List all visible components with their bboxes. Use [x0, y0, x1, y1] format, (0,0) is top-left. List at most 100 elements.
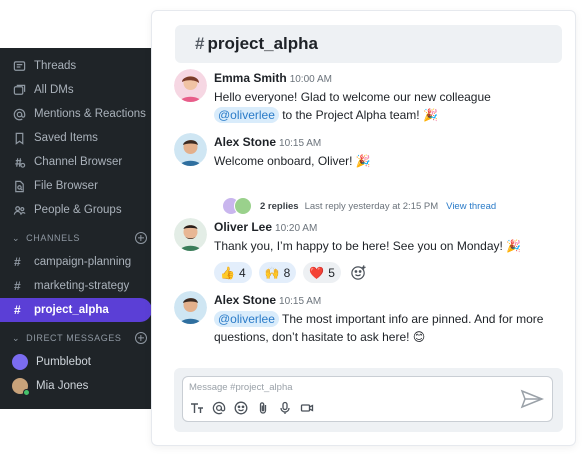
sidebar-channel-marketing-strategy[interactable]: # marketing-strategy	[0, 274, 159, 298]
sidebar-item-label: People & Groups	[34, 204, 122, 216]
chat-panel: # project_alpha Emma Smith 10:00 AM Hello…	[151, 10, 576, 446]
attachment-icon[interactable]	[255, 400, 270, 415]
sidebar-item-all-dms[interactable]: All DMs	[0, 78, 159, 102]
channel-title: project_alpha	[207, 34, 319, 53]
sidebar-item-label: File Browser	[34, 180, 98, 192]
file-search-icon	[12, 179, 26, 193]
reply-count: 2 replies	[260, 200, 299, 212]
reaction-heart[interactable]: ❤️ 5	[303, 262, 341, 283]
message: Emma Smith 10:00 AM Hello everyone! Glad …	[174, 69, 554, 127]
sidebar-item-threads[interactable]: Threads	[0, 54, 159, 78]
sidebar-item-mentions[interactable]: Mentions & Reactions	[0, 102, 159, 126]
timestamp: 10:15 AM	[279, 138, 322, 149]
sidebar-item-label: Mentions & Reactions	[34, 108, 146, 120]
hash-icon: #	[14, 279, 21, 293]
message-text: Welcome onboard, Oliver! 🎉	[214, 154, 371, 168]
sidebar-dm-pumblebot[interactable]: Pumblebot	[0, 350, 159, 374]
mention-chip[interactable]: @oliverlee	[214, 311, 279, 327]
sidebar-item-label: Saved Items	[34, 132, 98, 144]
reaction-thumbs-up[interactable]: 👍 4	[214, 262, 252, 283]
timestamp: 10:15 AM	[279, 296, 322, 307]
avatar[interactable]	[174, 133, 207, 166]
channel-label: marketing-strategy	[34, 280, 130, 292]
send-icon[interactable]	[520, 389, 544, 409]
avatar	[12, 378, 30, 396]
sidebar-channel-campaign-planning[interactable]: # campaign-planning	[0, 250, 159, 274]
channels-section-title: CHANNELS	[26, 233, 80, 243]
message-text: Thank you, I’m happy to be here! See you…	[214, 239, 522, 253]
chevron-down-icon: ⌄	[12, 232, 21, 243]
sidebar-channel-project-alpha[interactable]: # project_alpha	[0, 298, 152, 322]
microphone-icon[interactable]	[277, 400, 292, 415]
dms-section-header[interactable]: ⌄ DIRECT MESSAGES	[0, 326, 159, 350]
message: Alex Stone 10:15 AM Welcome onboard, Oliv…	[174, 133, 554, 173]
sidebar: Threads All DMs Mentions & Reactions Sav…	[0, 48, 159, 409]
chevron-down-icon: ⌄	[12, 332, 21, 343]
composer-toolbar	[189, 400, 314, 415]
reactions-bar: 👍 4 🙌 8 ❤️ 5	[214, 262, 369, 283]
hash-icon: #	[14, 303, 21, 317]
message-input-placeholder: Message #project_alpha	[189, 382, 293, 393]
view-thread-link[interactable]: View thread	[446, 201, 496, 212]
emoji-icon[interactable]	[233, 400, 248, 415]
sidebar-dm-mia-jones[interactable]: Mia Jones	[0, 374, 159, 398]
hash-icon: #	[195, 34, 205, 53]
add-emoji-icon	[351, 265, 366, 280]
channel-browser-icon	[12, 155, 26, 169]
message: Alex Stone 10:15 AM @oliverlee The most i…	[174, 291, 554, 349]
composer-area: Message #project_alpha	[174, 368, 563, 432]
thread-replies[interactable]: 2 replies Last reply yesterday at 2:15 P…	[222, 197, 496, 215]
hash-icon: #	[14, 255, 21, 269]
message: Oliver Lee 10:20 AM Thank you, I’m happy …	[174, 218, 554, 258]
author-name[interactable]: Alex Stone	[214, 293, 276, 307]
add-reaction-button[interactable]	[348, 262, 369, 283]
message-text: @oliverlee The most important info are p…	[214, 310, 559, 346]
add-dm-icon[interactable]	[135, 332, 147, 344]
dm-label: Mia Jones	[36, 380, 89, 392]
sidebar-item-people[interactable]: People & Groups	[0, 198, 159, 222]
add-channel-icon[interactable]	[135, 232, 147, 244]
channel-label: project_alpha	[34, 304, 109, 316]
channel-label: campaign-planning	[34, 256, 132, 268]
channel-header: # project_alpha	[175, 25, 562, 63]
app-window: Threads All DMs Mentions & Reactions Sav…	[0, 0, 588, 456]
sidebar-item-label: Channel Browser	[34, 156, 123, 168]
at-sign-icon	[12, 107, 26, 121]
mention-chip[interactable]: @oliverlee	[214, 107, 279, 123]
video-icon[interactable]	[299, 400, 314, 415]
avatar[interactable]	[174, 218, 207, 251]
sidebar-item-label: Threads	[34, 60, 77, 72]
online-status-dot	[23, 389, 30, 396]
message-text: Hello everyone! Glad to welcome our new …	[214, 88, 559, 124]
text-format-icon[interactable]	[189, 400, 204, 415]
mention-icon[interactable]	[211, 400, 226, 415]
dm-label: Pumblebot	[36, 356, 91, 368]
avatar[interactable]	[174, 291, 207, 324]
avatar	[234, 197, 252, 215]
timestamp: 10:00 AM	[289, 74, 332, 85]
avatar	[12, 354, 28, 370]
all-dms-icon	[12, 83, 26, 97]
sidebar-item-saved[interactable]: Saved Items	[0, 126, 159, 150]
sidebar-item-label: All DMs	[34, 84, 74, 96]
message-text-part: Hello everyone! Glad to welcome our new …	[214, 90, 491, 104]
message-text-part: to the Project Alpha team! 🎉	[278, 108, 438, 122]
threads-icon	[12, 59, 26, 73]
author-name[interactable]: Oliver Lee	[214, 220, 272, 234]
author-name[interactable]: Emma Smith	[214, 71, 287, 85]
timestamp: 10:20 AM	[275, 223, 318, 234]
message-input[interactable]: Message #project_alpha	[182, 376, 553, 422]
last-reply-time: Last reply yesterday at 2:15 PM	[304, 200, 439, 212]
sidebar-item-file-browser[interactable]: File Browser	[0, 174, 159, 198]
heart-icon: ❤️	[309, 265, 325, 280]
reaction-raised-hands[interactable]: 🙌 8	[258, 262, 297, 283]
dms-section-title: DIRECT MESSAGES	[26, 333, 122, 343]
reaction-count: 5	[328, 265, 335, 280]
reaction-count: 8	[283, 265, 291, 280]
channels-section-header[interactable]: ⌄ CHANNELS	[0, 226, 159, 250]
author-name[interactable]: Alex Stone	[214, 135, 276, 149]
bookmark-icon	[12, 131, 26, 145]
raised-hands-icon: 🙌	[264, 265, 280, 280]
sidebar-item-channel-browser[interactable]: Channel Browser	[0, 150, 159, 174]
avatar[interactable]	[174, 69, 207, 102]
